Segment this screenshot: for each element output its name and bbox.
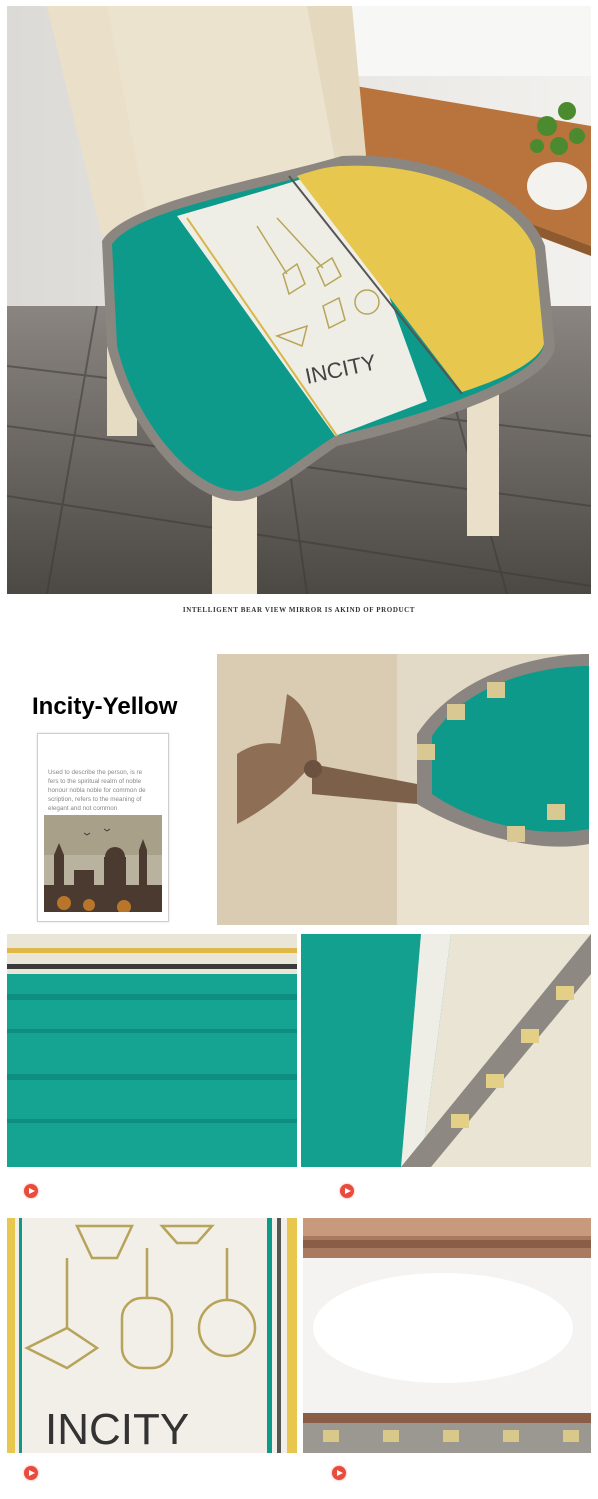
city-skyline-image: [44, 815, 162, 912]
caption-2: [340, 1184, 354, 1198]
card-line: scription, refers to the meaning of: [48, 796, 142, 803]
variant-label: Incity-Yellow: [32, 693, 178, 720]
filling-detail-photo: [303, 1218, 591, 1453]
play-icon[interactable]: [24, 1466, 38, 1480]
embroidery-detail-photo: INCITY: [7, 1218, 297, 1453]
card-description: Used to describe the person, is re fers …: [48, 768, 160, 813]
caption-4: [332, 1466, 346, 1480]
fabric-detail-photo-teal: [7, 934, 297, 1167]
piping-detail-photo: [301, 934, 591, 1167]
card-line: elegant and not common: [48, 805, 118, 812]
detail-logo-text: INCITY: [45, 1405, 189, 1453]
caption-3: [24, 1466, 38, 1480]
hero-photo: INCITY: [7, 6, 591, 594]
card-line: honour nobla noble for common de: [48, 787, 146, 794]
info-card: Used to describe the person, is re fers …: [37, 733, 169, 922]
card-line: fers to the spiritual realm of noble: [48, 778, 142, 785]
caption-1: [24, 1184, 38, 1198]
chair-cushion-illustration: INCITY: [7, 6, 591, 594]
play-icon[interactable]: [340, 1184, 354, 1198]
tie-detail-photo: [217, 654, 589, 925]
play-icon[interactable]: [24, 1184, 38, 1198]
section-heading: INTELLIGENT BEAR VIEW MIRROR IS AKIND OF…: [182, 606, 416, 614]
play-icon[interactable]: [332, 1466, 346, 1480]
card-line: Used to describe the person, is re: [48, 769, 143, 776]
